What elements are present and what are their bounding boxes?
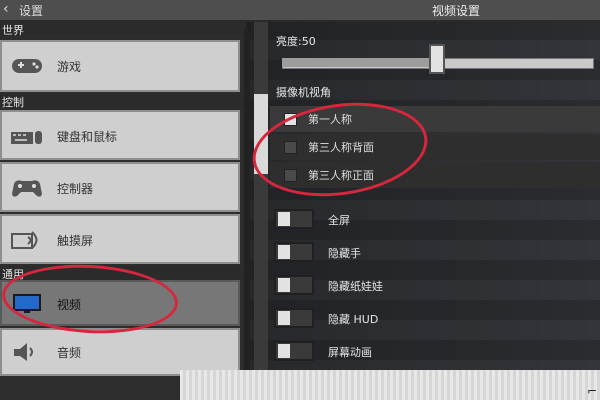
toggle-label: 隐藏纸娃娃: [328, 280, 383, 293]
hide-paperdoll-toggle[interactable]: [274, 275, 314, 295]
sidebar-item-game[interactable]: 游戏: [0, 40, 240, 92]
radio-label: 第一人称: [308, 113, 352, 126]
sidebar-item-controller[interactable]: 控制器: [0, 162, 240, 212]
back-arrow-icon[interactable]: ‹: [3, 1, 9, 17]
touch-icon: [11, 231, 38, 249]
content-scrollbar-track[interactable]: [254, 22, 268, 400]
sidebar-item-label: 视频: [57, 298, 82, 312]
toggle-label: 全屏: [328, 214, 350, 227]
sidebar-item-audio[interactable]: 音频: [0, 328, 240, 376]
radio-checkbox[interactable]: [284, 169, 297, 182]
toggle-label: 隐藏 HUD: [328, 313, 379, 326]
sidebar-item-label: 键盘和鼠标: [57, 130, 118, 144]
sidebar-item-video[interactable]: 视频: [0, 280, 240, 326]
radio-label: 第三人称背面: [308, 141, 374, 154]
camera-option-third-person-front[interactable]: 第三人称正面: [270, 162, 600, 188]
sidebar-item-label: 游戏: [57, 60, 82, 74]
page-title: 视频设置: [432, 4, 481, 18]
camera-option-third-person-back[interactable]: 第三人称背面: [270, 134, 600, 160]
toggle-knob: [278, 212, 290, 226]
section-header-general: 通用: [0, 266, 246, 281]
toggle-knob: [278, 278, 290, 292]
toggle-label: 屏幕动画: [328, 346, 372, 359]
watermark-mark: ⌐: [586, 384, 597, 398]
brightness-slider-knob[interactable]: [429, 44, 445, 74]
sidebar-item-keyboard-mouse[interactable]: 键盘和鼠标: [0, 110, 240, 160]
toggle-row-hide-hud[interactable]: 隐藏 HUD: [270, 304, 600, 334]
fullscreen-toggle[interactable]: [274, 209, 314, 229]
toggle-knob: [278, 311, 290, 325]
hide-hud-toggle[interactable]: [274, 308, 314, 328]
radio-checkbox[interactable]: [284, 141, 297, 154]
toggle-row-screen-animation[interactable]: 屏幕动画: [270, 337, 600, 367]
camera-option-first-person[interactable]: 第一人称: [270, 106, 600, 132]
sidebar-item-touch[interactable]: 触摸屏: [0, 214, 240, 264]
back-label[interactable]: 设置: [19, 2, 43, 19]
sidebar-item-label: 触摸屏: [57, 234, 94, 248]
radio-label: 第三人称正面: [308, 169, 374, 182]
toggle-row-fullscreen[interactable]: 全屏: [270, 205, 600, 235]
toggle-knob: [278, 245, 290, 259]
brightness-slider-fill: [282, 58, 437, 67]
monitor-icon: [13, 294, 41, 313]
sidebar-item-label: 音频: [57, 346, 82, 360]
toggle-row-hide-hand[interactable]: 隐藏手: [270, 238, 600, 268]
screen-animation-toggle[interactable]: [274, 341, 314, 361]
hide-hand-toggle[interactable]: [274, 242, 314, 262]
settings-sidebar: 世界 游戏 控制 键盘和鼠标 控制器 触摸屏 通用 视频 音频: [0, 22, 248, 400]
section-header-world: 世界: [0, 22, 246, 37]
brightness-label: 亮度:50: [276, 35, 316, 48]
top-bar: ‹ 设置 视频设置: [0, 0, 600, 22]
content-scrollbar-thumb[interactable]: [254, 94, 268, 174]
bottom-band: [180, 370, 600, 400]
radio-checkbox[interactable]: [284, 113, 297, 126]
toggle-label: 隐藏手: [328, 247, 361, 260]
toggle-row-hide-paperdoll[interactable]: 隐藏纸娃娃: [270, 271, 600, 301]
controller-icon: [12, 180, 42, 197]
speaker-icon: [14, 343, 33, 361]
camera-perspective-label: 摄像机视角: [276, 86, 331, 99]
section-header-controls: 控制: [0, 94, 246, 109]
gamepad-icon: [12, 59, 42, 73]
sidebar-item-label: 控制器: [57, 182, 94, 196]
keyboard-mouse-icon: [11, 131, 42, 144]
toggle-knob: [278, 344, 290, 358]
